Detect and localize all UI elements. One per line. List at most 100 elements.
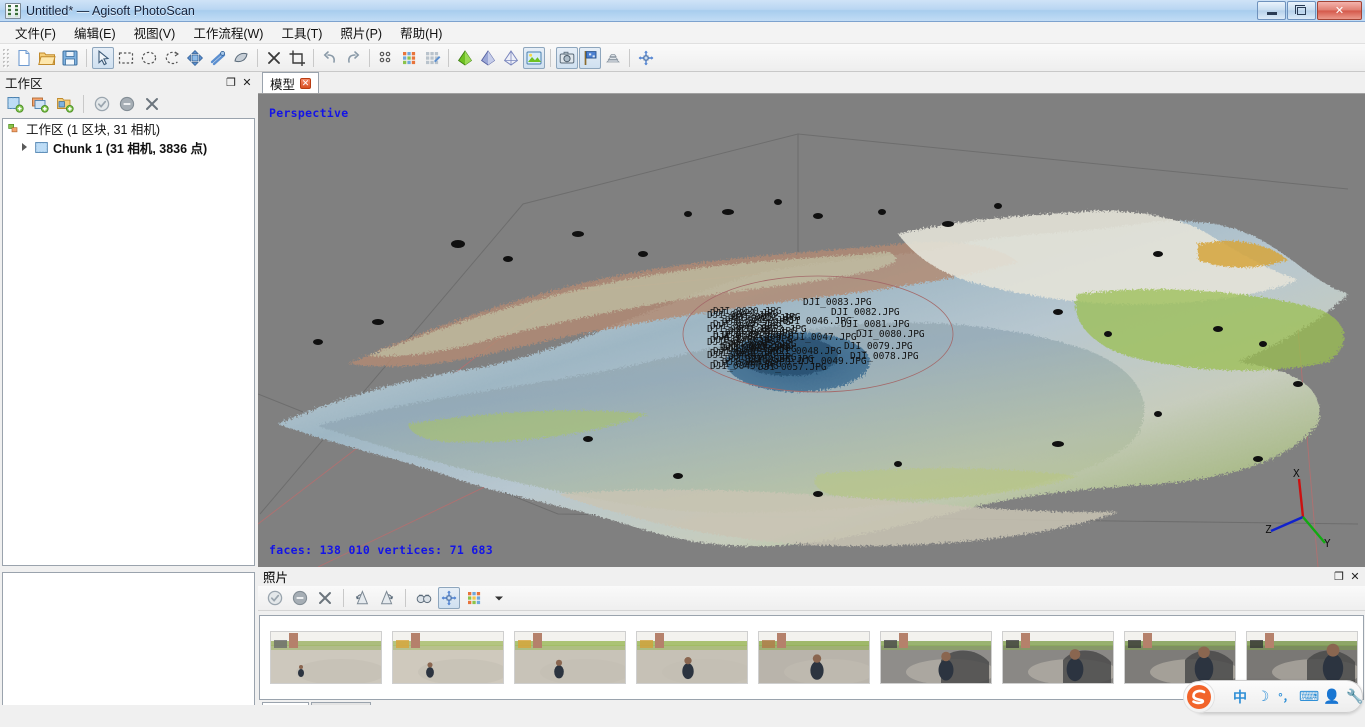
point-cloud-icon[interactable]	[375, 47, 397, 69]
add-photos-icon[interactable]	[29, 93, 51, 115]
tree-item-label: Chunk 1 (31 相机, 3836 点)	[53, 142, 208, 156]
language-mode-icon[interactable]: 中	[1230, 686, 1250, 708]
sogou-logo-icon[interactable]	[1183, 680, 1215, 713]
photo-thumbnail[interactable]	[392, 631, 504, 684]
menu-view[interactable]: 视图(V)	[125, 20, 185, 45]
menu-photo[interactable]: 照片(P)	[331, 20, 391, 45]
open-folder-icon[interactable]	[36, 47, 58, 69]
dense-cloud-class-icon[interactable]	[421, 47, 443, 69]
workspace-panel-header: 工作区 ❐ ✕	[0, 72, 257, 92]
reset-view-icon[interactable]	[635, 47, 657, 69]
photos-toolbar-separator	[405, 589, 406, 607]
minimize-button[interactable]	[1257, 1, 1286, 20]
workspace-panel-title: 工作区	[5, 76, 43, 91]
soft-keyboard-icon[interactable]: ⌨	[1299, 686, 1319, 708]
model-tabstrip: 模型 ✕	[258, 72, 1365, 94]
show-cameras-icon[interactable]	[556, 46, 578, 69]
tab-model-label: 模型	[270, 77, 296, 92]
chevron-right-icon[interactable]	[21, 143, 30, 152]
workspace-close-button[interactable]: ✕	[239, 75, 255, 90]
model-viewport[interactable]: Perspective faces: 138 010 vertices: 71 …	[258, 94, 1365, 567]
estimate-quality-icon[interactable]	[413, 587, 435, 609]
workspace-tree[interactable]: 工作区 (1 区块, 31 相机) Chunk 1 (31 相机, 3836 点)	[2, 118, 255, 566]
menu-edit[interactable]: 编辑(E)	[65, 20, 125, 45]
photo-thumbnail[interactable]	[880, 631, 992, 684]
photos-float-button[interactable]: ❐	[1331, 569, 1347, 584]
thumbnail-image	[515, 632, 625, 683]
axis-z-label: Z	[1265, 523, 1272, 536]
thumbnail-image	[393, 632, 503, 683]
rotate-object-icon[interactable]	[207, 47, 229, 69]
punctuation-icon[interactable]: °，	[1276, 686, 1296, 708]
thumbnail-size-icon[interactable]	[463, 587, 485, 609]
reset-view-icon[interactable]	[438, 587, 460, 609]
dense-cloud-icon[interactable]	[398, 47, 420, 69]
save-disk-icon[interactable]	[59, 47, 81, 69]
toolbar-separator	[550, 48, 551, 67]
menu-workflow[interactable]: 工作流程(W)	[184, 20, 272, 45]
tree-item[interactable]: 工作区 (1 区块, 31 相机)	[3, 119, 254, 138]
photos-close-button[interactable]: ✕	[1347, 569, 1363, 584]
add-folder-icon[interactable]	[54, 93, 76, 115]
photo-thumbnail[interactable]	[636, 631, 748, 684]
remove-x-icon[interactable]	[141, 93, 163, 115]
crop-icon[interactable]	[286, 47, 308, 69]
photo-thumbnail[interactable]	[1124, 631, 1236, 684]
circle-selection-icon[interactable]	[138, 47, 160, 69]
enable-check-icon[interactable]	[91, 93, 113, 115]
enable-check-icon[interactable]	[264, 587, 286, 609]
new-document-icon[interactable]	[13, 47, 35, 69]
photo-thumbnail[interactable]	[1002, 631, 1114, 684]
shaded-model-icon[interactable]	[454, 47, 476, 69]
toolbar-grip[interactable]	[2, 47, 9, 68]
chevron-down-icon[interactable]	[488, 587, 510, 609]
undo-icon[interactable]	[319, 47, 341, 69]
photos-toolbar-separator	[343, 589, 344, 607]
moon-icon[interactable]: ☽	[1253, 686, 1273, 708]
show-tiepoints-icon[interactable]	[602, 47, 624, 69]
wireframe-model-icon[interactable]	[500, 47, 522, 69]
rotate-right-icon[interactable]	[376, 587, 398, 609]
menu-help[interactable]: 帮助(H)	[391, 20, 451, 45]
photo-thumbnail[interactable]	[270, 631, 382, 684]
workspace-secondary-panel[interactable]	[2, 572, 255, 727]
toolbar-separator	[369, 48, 370, 67]
thumbnail-image	[1247, 632, 1357, 683]
tree-item[interactable]: Chunk 1 (31 相机, 3836 点)	[3, 138, 254, 157]
settings-wrench-icon[interactable]: 🔧	[1345, 686, 1365, 708]
toolbar-separator	[629, 48, 630, 67]
show-markers-icon[interactable]	[579, 46, 601, 69]
photo-thumbnail[interactable]	[1246, 631, 1358, 684]
disable-minus-icon[interactable]	[116, 93, 138, 115]
menu-tools[interactable]: 工具(T)	[272, 20, 331, 45]
disable-minus-icon[interactable]	[289, 587, 311, 609]
user-icon[interactable]: 👤	[1322, 686, 1342, 708]
photos-panel-header: 照片 ❐ ✕	[258, 567, 1365, 586]
thumbnail-image	[881, 632, 991, 683]
menu-file[interactable]: 文件(F)	[6, 20, 65, 45]
rectangle-selection-icon[interactable]	[115, 47, 137, 69]
restore-button[interactable]	[1287, 1, 1316, 20]
tab-model[interactable]: 模型 ✕	[262, 72, 320, 93]
arrow-cursor-icon[interactable]	[92, 46, 114, 69]
photo-thumbnail[interactable]	[758, 631, 870, 684]
window-title: Untitled* — Agisoft PhotoScan	[26, 3, 195, 18]
add-chunk-icon[interactable]	[4, 93, 26, 115]
sogou-ime-bar[interactable]: 中 ☽ °， ⌨ 👤 🔧	[1183, 680, 1365, 713]
move-object-icon[interactable]	[184, 47, 206, 69]
workspace-float-button[interactable]: ❐	[223, 75, 239, 90]
solid-model-icon[interactable]	[477, 47, 499, 69]
freeform-selection-icon[interactable]	[161, 47, 183, 69]
rotate-left-icon[interactable]	[351, 587, 373, 609]
redo-icon[interactable]	[342, 47, 364, 69]
left-dock: 工作区 ❐ ✕ 工作区 (1 区块, 31 相机) Chunk 1 (31 相机,…	[0, 72, 257, 727]
scale-object-icon[interactable]	[230, 47, 252, 69]
textured-model-icon[interactable]	[523, 46, 545, 69]
close-icon[interactable]: ✕	[300, 77, 312, 89]
close-button[interactable]: ✕	[1317, 1, 1362, 20]
photoscan-window: Untitled* — Agisoft PhotoScan ✕ 文件(F) 编辑(…	[0, 0, 1365, 727]
remove-x-icon[interactable]	[314, 587, 336, 609]
photo-thumbnail[interactable]	[514, 631, 626, 684]
workspace-toolbar	[0, 92, 257, 116]
delete-x-icon[interactable]	[263, 47, 285, 69]
